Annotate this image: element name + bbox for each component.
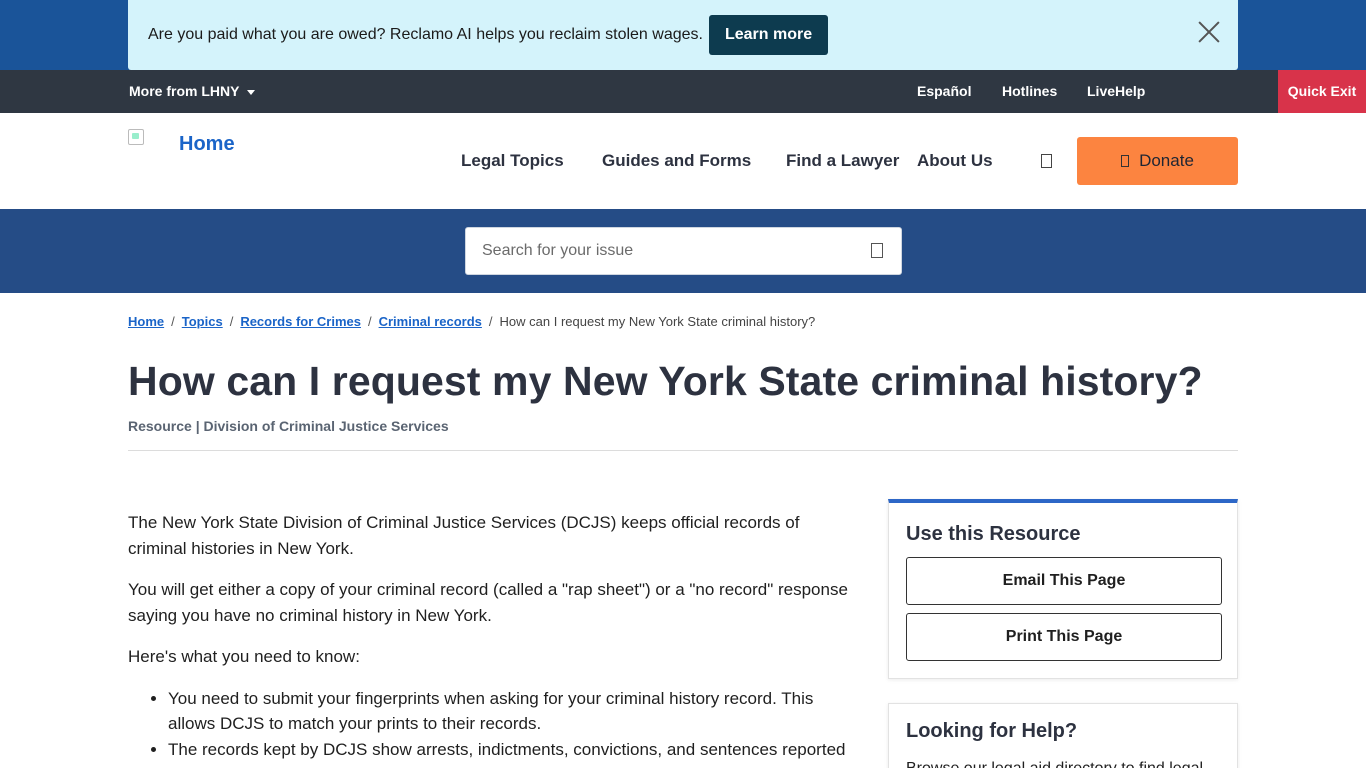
list-item: The records kept by DCJS show arrests, i… — [168, 737, 858, 763]
looking-for-help-title: Looking for Help? — [906, 720, 1078, 742]
divider — [128, 450, 1238, 451]
article-body: The New York State Division of Criminal … — [128, 510, 858, 762]
quick-exit-button[interactable]: Quick Exit — [1278, 70, 1366, 113]
page-title: How can I request my New York State crim… — [128, 358, 1203, 404]
more-from-label: More from LHNY — [129, 83, 240, 99]
search-band — [0, 209, 1366, 293]
search-box — [465, 227, 902, 275]
print-page-button[interactable]: Print This Page — [906, 613, 1222, 661]
email-page-button[interactable]: Email This Page — [906, 557, 1222, 605]
search-input[interactable] — [466, 228, 846, 274]
list-item: You need to submit your fingerprints whe… — [168, 686, 858, 737]
paragraph: Here's what you need to know: — [128, 647, 360, 666]
reclamo-alert: Are you paid what you are owed? Reclamo … — [128, 0, 1238, 70]
top-banner-band: Are you paid what you are owed? Reclamo … — [0, 0, 1366, 70]
search-icon[interactable] — [871, 243, 883, 258]
donate-button[interactable]: Donate — [1077, 137, 1238, 185]
hotlines-link[interactable]: Hotlines — [1002, 70, 1057, 113]
paragraph: You will get either a copy of your crimi… — [128, 580, 848, 625]
paragraph: The New York State Division of Criminal … — [128, 513, 800, 558]
nav-legal-topics[interactable]: Legal Topics — [461, 151, 564, 171]
chevron-down-icon — [247, 89, 256, 95]
alert-text: Are you paid what you are owed? Reclamo … — [148, 26, 703, 43]
home-logo-link[interactable]: Home — [179, 133, 235, 156]
breadcrumb: Home / Topics / Records for Crimes / Criminal … — [128, 314, 815, 329]
nav-find-a-lawyer[interactable]: Find a Lawyer — [786, 151, 899, 171]
looking-for-help-card: Looking for Help? Browse our legal aid d… — [888, 703, 1238, 768]
use-resource-title: Use this Resource — [906, 523, 1081, 545]
bullet-list: You need to submit your fingerprints whe… — [168, 686, 858, 763]
breadcrumb-separator: / — [229, 314, 234, 329]
more-from-dropdown[interactable]: More from LHNY — [129, 70, 256, 113]
heart-icon — [1121, 155, 1130, 167]
donate-label: Donate — [1139, 151, 1194, 170]
utility-bar: More from LHNY Español Hotlines LiveHelp… — [0, 70, 1366, 113]
resource-meta: Resource | Division of Criminal Justice … — [128, 418, 449, 434]
breadcrumb-criminal-records[interactable]: Criminal records — [379, 314, 482, 329]
nav-about-us[interactable]: About Us — [917, 151, 993, 171]
close-icon[interactable] — [1198, 21, 1220, 43]
breadcrumb-separator: / — [488, 314, 493, 329]
breadcrumb-records-for-crimes[interactable]: Records for Crimes — [240, 314, 361, 329]
breadcrumb-separator: / — [367, 314, 372, 329]
nav-guides-and-forms[interactable]: Guides and Forms — [602, 151, 751, 171]
breadcrumb-separator: / — [171, 314, 175, 329]
breadcrumb-current: How can I request my New York State crim… — [499, 314, 816, 329]
breadcrumb-topics[interactable]: Topics — [182, 314, 223, 329]
breadcrumb-home[interactable]: Home — [128, 314, 164, 329]
use-resource-card: Use this Resource Email This Page Print … — [888, 499, 1238, 679]
site-header: Home Legal Topics Guides and Forms Find … — [0, 113, 1366, 209]
livehelp-link[interactable]: LiveHelp — [1087, 70, 1145, 113]
espanol-link[interactable]: Español — [917, 70, 971, 113]
nav-menu-icon[interactable] — [1041, 154, 1052, 168]
learn-more-button[interactable]: Learn more — [708, 15, 829, 55]
help-text: Browse our legal aid directory to find l… — [906, 760, 1203, 768]
logo-broken-image-icon[interactable] — [128, 129, 144, 145]
